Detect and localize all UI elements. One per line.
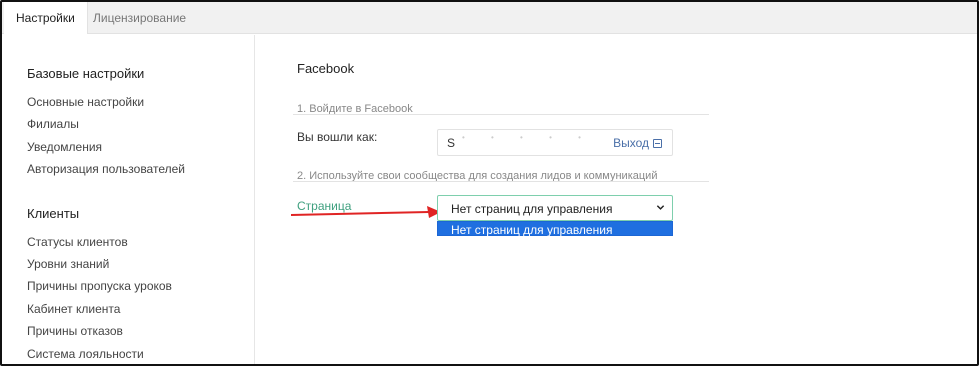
sidebar-item-client-statuses[interactable]: Статусы клиентов bbox=[27, 235, 128, 249]
app-window: Настройки Лицензирование Базовые настрой… bbox=[0, 0, 979, 366]
red-arrow-annotation bbox=[291, 206, 441, 218]
logout-link[interactable]: Выход bbox=[613, 136, 662, 150]
sidebar-group-title-basic: Базовые настройки bbox=[27, 66, 145, 81]
sidebar-item-notifications[interactable]: Уведомления bbox=[27, 140, 102, 154]
tab-bar: Настройки Лицензирование bbox=[2, 2, 977, 34]
sidebar-item-refusal-reasons[interactable]: Причины отказов bbox=[27, 324, 123, 338]
sidebar-item-user-authorization[interactable]: Авторизация пользователей bbox=[27, 162, 185, 176]
logout-label: Выход bbox=[613, 136, 649, 150]
divider bbox=[293, 181, 709, 182]
page-dropdown-list: Нет страниц для управления bbox=[437, 221, 673, 237]
chevron-down-icon bbox=[656, 205, 665, 210]
dropdown-option-no-pages[interactable]: Нет страниц для управления bbox=[451, 223, 612, 237]
sidebar-group-title-clients: Клиенты bbox=[27, 206, 80, 221]
sidebar-item-loyalty-system[interactable]: Система лояльности bbox=[27, 347, 144, 361]
sidebar-item-knowledge-levels[interactable]: Уровни знаний bbox=[27, 257, 109, 271]
logout-icon bbox=[653, 139, 662, 148]
tab-licensing[interactable]: Лицензирование bbox=[81, 2, 198, 34]
section-title: Facebook bbox=[297, 61, 355, 76]
facebook-settings-panel: Facebook 1. Войдите в Facebook Вы вошли … bbox=[256, 35, 977, 364]
sidebar-item-main-settings[interactable]: Основные настройки bbox=[27, 95, 144, 109]
page-select-value: Нет страниц для управления bbox=[451, 202, 613, 216]
divider bbox=[293, 114, 709, 115]
account-masked-name: • • • • • bbox=[462, 133, 593, 142]
sidebar-item-absence-reasons[interactable]: Причины пропуска уроков bbox=[27, 279, 172, 293]
logged-in-label: Вы вошли как: bbox=[297, 130, 378, 144]
settings-sidebar: Базовые настройки Основные настройки Фил… bbox=[2, 35, 255, 364]
page-select[interactable]: Нет страниц для управления bbox=[437, 195, 673, 221]
sidebar-item-client-cabinet[interactable]: Кабинет клиента bbox=[27, 302, 120, 316]
account-box: S • • • • • Выход bbox=[437, 129, 673, 156]
tab-settings[interactable]: Настройки bbox=[4, 2, 88, 34]
sidebar-item-branches[interactable]: Филиалы bbox=[27, 117, 79, 131]
account-name: S bbox=[447, 136, 456, 150]
